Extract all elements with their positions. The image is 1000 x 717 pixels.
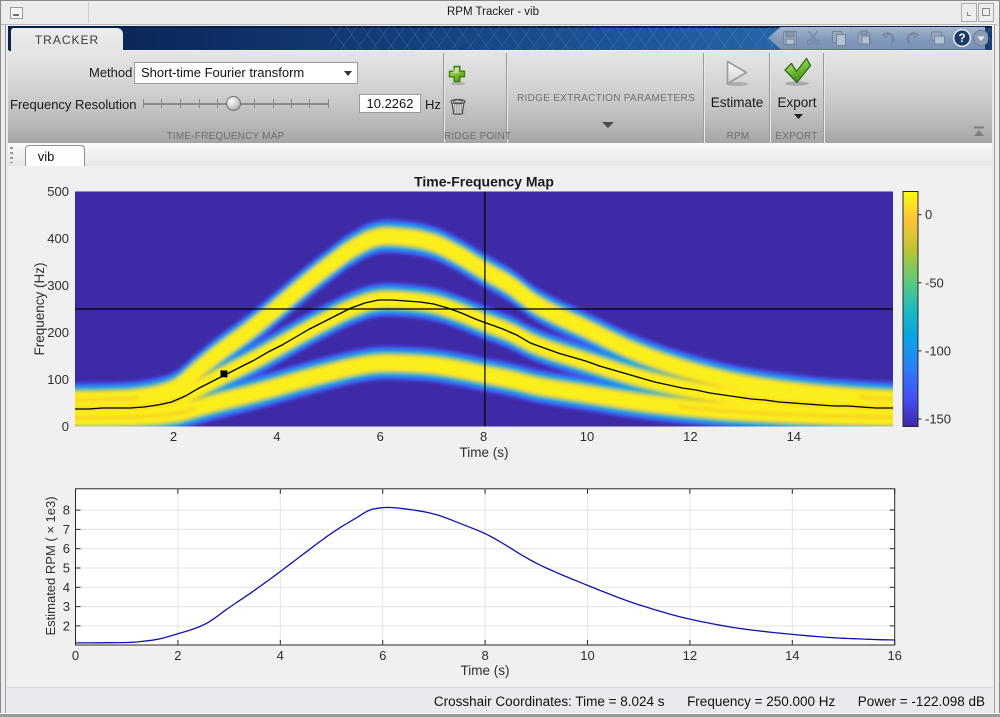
svg-text:6: 6 (63, 541, 70, 556)
svg-text:Estimated RPM ( × 1e3): Estimated RPM ( × 1e3) (43, 496, 58, 635)
svg-text:16: 16 (887, 648, 901, 663)
svg-text:6: 6 (379, 648, 386, 663)
svg-text:-150: -150 (925, 412, 951, 427)
svg-text:Time (s): Time (s) (460, 445, 509, 460)
svg-text:Frequency (Hz): Frequency (Hz) (32, 262, 47, 355)
svg-text:14: 14 (787, 429, 801, 444)
svg-text:300: 300 (47, 278, 69, 293)
svg-text:12: 12 (683, 648, 697, 663)
svg-text:200: 200 (47, 325, 69, 340)
svg-text:2: 2 (63, 618, 70, 633)
svg-text:0: 0 (72, 648, 79, 663)
svg-text:2: 2 (170, 429, 177, 444)
svg-text:8: 8 (63, 503, 70, 518)
svg-text:4: 4 (273, 429, 280, 444)
svg-text:100: 100 (47, 372, 69, 387)
svg-text:2: 2 (174, 648, 181, 663)
svg-text:5: 5 (63, 561, 70, 576)
svg-text:6: 6 (377, 429, 384, 444)
svg-text:10: 10 (580, 429, 594, 444)
svg-text:8: 8 (481, 648, 488, 663)
svg-text:12: 12 (683, 429, 697, 444)
svg-text:Time-Frequency Map: Time-Frequency Map (414, 174, 554, 190)
svg-text:7: 7 (63, 522, 70, 537)
svg-text:0: 0 (925, 207, 932, 222)
svg-text:4: 4 (277, 648, 284, 663)
svg-text:500: 500 (47, 184, 69, 199)
svg-text:14: 14 (785, 648, 799, 663)
svg-text:8: 8 (480, 429, 487, 444)
svg-text:400: 400 (47, 231, 69, 246)
svg-text:10: 10 (580, 648, 594, 663)
svg-text:4: 4 (63, 580, 70, 595)
svg-text:0: 0 (62, 419, 69, 434)
svg-text:Time (s): Time (s) (461, 663, 510, 678)
svg-text:3: 3 (63, 599, 70, 614)
svg-text:-100: -100 (925, 343, 951, 358)
svg-text:-50: -50 (925, 275, 944, 290)
